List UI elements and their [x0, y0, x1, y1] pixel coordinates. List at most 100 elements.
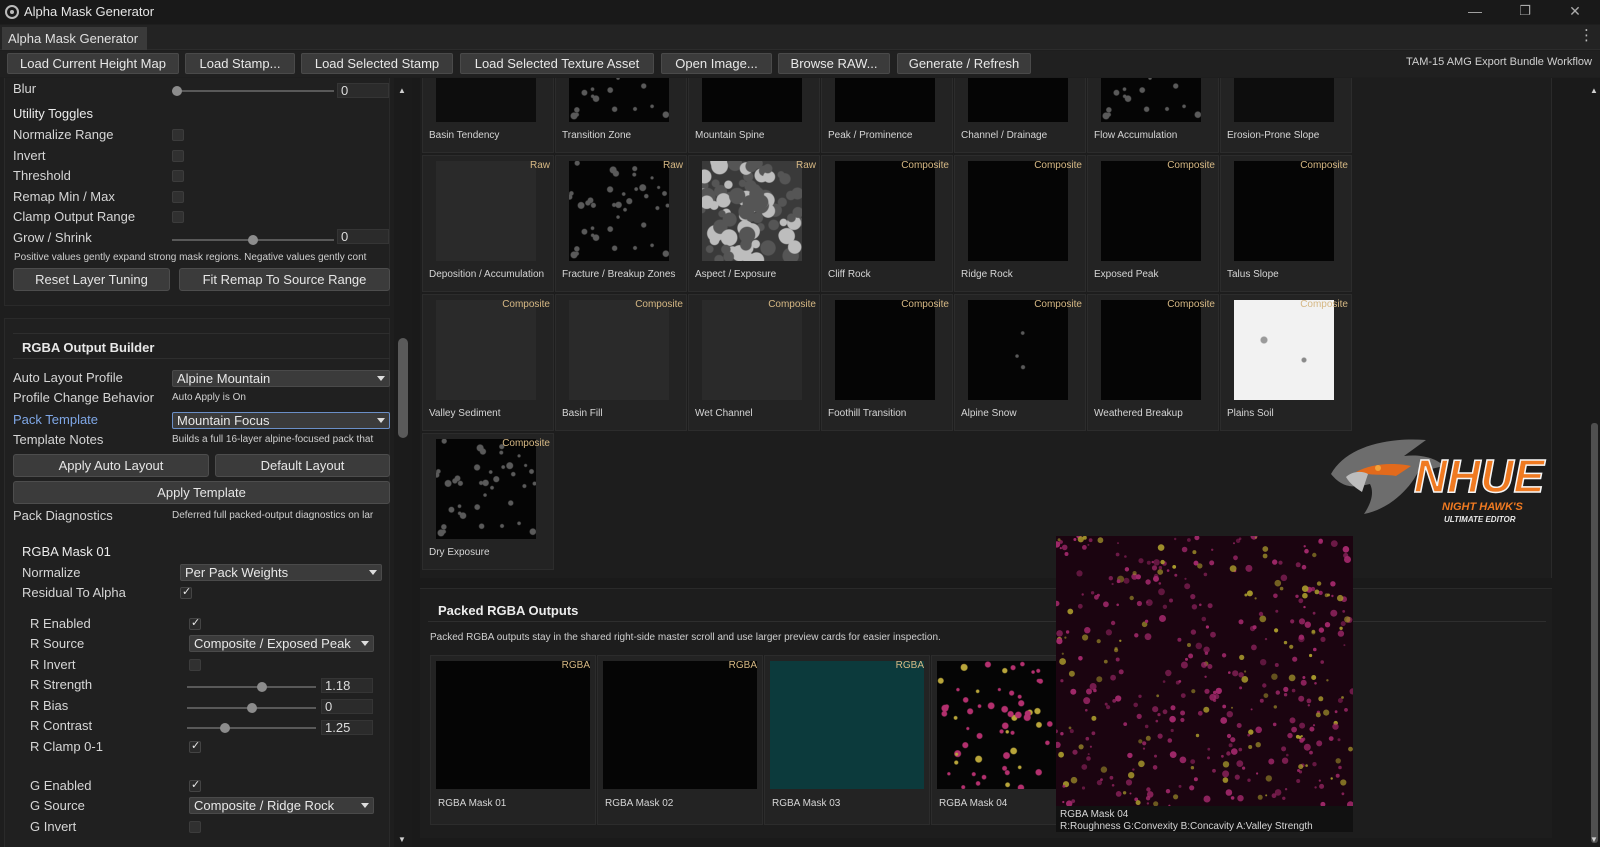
- scroll-down-icon[interactable]: ▼: [398, 835, 406, 844]
- mask-card[interactable]: Composite Alpine Snow: [954, 294, 1086, 431]
- mask-card[interactable]: Transition Zone: [555, 78, 687, 153]
- window-title: Alpha Mask Generator: [24, 4, 155, 19]
- load-selected-stamp-button[interactable]: Load Selected Stamp: [301, 53, 453, 74]
- load-current-height-map-button[interactable]: Load Current Height Map: [7, 53, 179, 74]
- pack-diagnostics-value: Deferred full packed-output diagnostics …: [172, 510, 374, 521]
- default-layout-button[interactable]: Default Layout: [215, 454, 390, 477]
- preview-image: [1056, 536, 1353, 806]
- packed-card[interactable]: RGBA RGBA Mask 01: [430, 655, 596, 825]
- threshold-checkbox[interactable]: [172, 170, 184, 182]
- residual-to-alpha-checkbox[interactable]: [180, 585, 192, 599]
- mask-type-badge: Composite: [1034, 299, 1082, 310]
- packed-label: RGBA Mask 02: [605, 798, 674, 809]
- scroll-up-icon[interactable]: ▲: [398, 86, 406, 95]
- left-panel: Blur 0 Utility Toggles Normalize Range I…: [0, 78, 412, 847]
- remap-min-max-checkbox[interactable]: [172, 191, 184, 203]
- r-enabled-checkbox[interactable]: [189, 616, 201, 630]
- r-invert-label: R Invert: [30, 657, 76, 672]
- packed-card[interactable]: RGBA RGBA Mask 02: [597, 655, 763, 825]
- reset-layer-tuning-button[interactable]: Reset Layer Tuning: [13, 268, 170, 291]
- open-image-button[interactable]: Open Image...: [661, 53, 772, 74]
- blur-slider[interactable]: [172, 86, 334, 96]
- threshold-label: Threshold: [13, 168, 71, 183]
- right-scrollbar[interactable]: ▲ ▼: [1588, 78, 1600, 847]
- grow-shrink-slider[interactable]: [172, 235, 334, 245]
- r-contrast-slider[interactable]: [187, 723, 316, 733]
- r-strength-value-field[interactable]: 1.18: [321, 678, 373, 693]
- mask-card[interactable]: Composite Wet Channel: [688, 294, 820, 431]
- mask-thumbnail: [436, 300, 536, 400]
- load-selected-texture-asset-button[interactable]: Load Selected Texture Asset: [460, 53, 654, 74]
- r-enabled-label: R Enabled: [30, 616, 91, 631]
- mask-card[interactable]: Composite Cliff Rock: [821, 155, 953, 292]
- mask-label: Erosion-Prone Slope: [1227, 130, 1320, 141]
- mask-card[interactable]: Composite Basin Fill: [555, 294, 687, 431]
- mask-card[interactable]: Composite Dry Exposure: [422, 433, 554, 570]
- mask-card[interactable]: Composite Valley Sediment: [422, 294, 554, 431]
- mask-card[interactable]: Composite Weathered Breakup: [1087, 294, 1219, 431]
- g-source-dropdown[interactable]: Composite / Ridge Rock: [189, 797, 374, 814]
- g-invert-label: G Invert: [30, 819, 77, 834]
- g-invert-checkbox[interactable]: [189, 821, 201, 833]
- mask-card[interactable]: Peak / Prominence: [821, 78, 953, 153]
- grow-shrink-slider-knob[interactable]: [248, 235, 258, 245]
- minimize-icon[interactable]: —: [1452, 0, 1498, 24]
- mask-card[interactable]: Raw Fracture / Breakup Zones: [555, 155, 687, 292]
- mask-card[interactable]: Composite Ridge Rock: [954, 155, 1086, 292]
- r-source-dropdown[interactable]: Composite / Exposed Peak: [189, 635, 374, 652]
- more-menu-icon[interactable]: ⋮: [1579, 28, 1594, 43]
- mask-card[interactable]: Composite Exposed Peak: [1087, 155, 1219, 292]
- mask-card[interactable]: Raw Aspect / Exposure: [688, 155, 820, 292]
- auto-layout-profile-dropdown[interactable]: Alpine Mountain: [172, 370, 390, 387]
- mask-thumbnail: [702, 300, 802, 400]
- r-bias-value-field[interactable]: 0: [321, 699, 373, 714]
- packed-card[interactable]: RGBA RGBA Mask 03: [764, 655, 930, 825]
- r-contrast-label: R Contrast: [30, 718, 93, 733]
- normalize-value: Per Pack Weights: [185, 565, 289, 580]
- g-enabled-checkbox[interactable]: [189, 778, 201, 792]
- mask-type-badge: Composite: [502, 299, 550, 310]
- maximize-icon[interactable]: ❐: [1502, 0, 1548, 24]
- clamp-output-range-checkbox[interactable]: [172, 211, 184, 223]
- mask-card[interactable]: Channel / Drainage: [954, 78, 1086, 153]
- generate-refresh-button[interactable]: Generate / Refresh: [897, 53, 1031, 74]
- left-scrollbar[interactable]: ▲ ▼: [394, 78, 412, 847]
- mask-card[interactable]: Raw Deposition / Accumulation: [422, 155, 554, 292]
- apply-auto-layout-button[interactable]: Apply Auto Layout: [13, 454, 209, 477]
- close-icon[interactable]: ✕: [1552, 0, 1598, 24]
- right-scrollbar-thumb[interactable]: [1591, 423, 1598, 843]
- browse-raw-button[interactable]: Browse RAW...: [778, 53, 890, 74]
- blur-slider-knob[interactable]: [172, 86, 182, 96]
- r-contrast-value-field[interactable]: 1.25: [321, 720, 373, 735]
- mask-card[interactable]: Erosion-Prone Slope: [1220, 78, 1352, 153]
- fit-remap-button[interactable]: Fit Remap To Source Range: [179, 268, 390, 291]
- mask-card[interactable]: Flow Accumulation: [1087, 78, 1219, 153]
- mask-card[interactable]: Mountain Spine: [688, 78, 820, 153]
- normalize-range-checkbox[interactable]: [172, 129, 184, 141]
- mask-card[interactable]: Composite Plains Soil: [1220, 294, 1352, 431]
- load-stamp-button[interactable]: Load Stamp...: [185, 53, 295, 74]
- grow-shrink-value-field[interactable]: 0: [337, 229, 389, 244]
- section-divider: [13, 358, 390, 359]
- r-bias-slider-knob[interactable]: [246, 703, 257, 713]
- scroll-up-icon[interactable]: ▲: [1590, 86, 1598, 95]
- r-bias-slider[interactable]: [187, 703, 316, 713]
- mask-card[interactable]: Composite Foothill Transition: [821, 294, 953, 431]
- r-invert-checkbox[interactable]: [189, 659, 201, 671]
- section-divider: [13, 333, 390, 334]
- apply-template-button[interactable]: Apply Template: [13, 481, 390, 504]
- packed-label: RGBA Mask 01: [438, 798, 507, 809]
- tab-alpha-mask-generator[interactable]: Alpha Mask Generator: [2, 27, 147, 50]
- pack-template-dropdown[interactable]: Mountain Focus: [172, 412, 390, 429]
- mask-type-badge: Composite: [1300, 160, 1348, 171]
- scroll-down-icon[interactable]: ▼: [1590, 835, 1598, 844]
- mask-card[interactable]: Basin Tendency: [422, 78, 554, 153]
- r-strength-slider[interactable]: [187, 682, 316, 692]
- left-scrollbar-thumb[interactable]: [398, 338, 408, 438]
- invert-checkbox[interactable]: [172, 150, 184, 162]
- normalize-dropdown[interactable]: Per Pack Weights: [180, 564, 382, 581]
- mask-label: Fracture / Breakup Zones: [562, 269, 676, 280]
- r-clamp-checkbox[interactable]: [189, 739, 201, 753]
- mask-card[interactable]: Composite Talus Slope: [1220, 155, 1352, 292]
- blur-value-field[interactable]: 0: [337, 83, 389, 98]
